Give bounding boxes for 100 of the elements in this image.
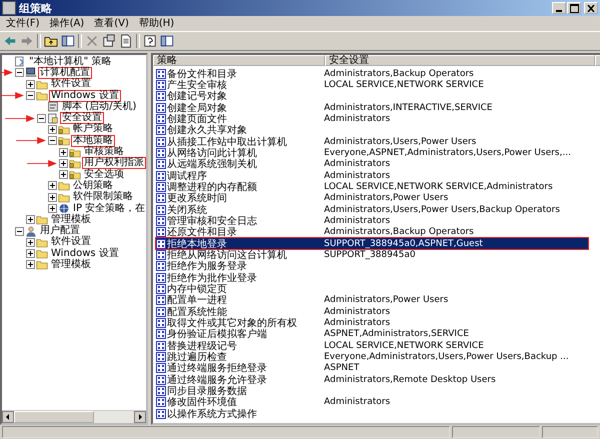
scroll-right-button[interactable] xyxy=(134,411,146,423)
policy-row[interactable]: 从网络访问此计算机 Everyone,ASPNET,Administrators,Users,Power Users,... xyxy=(155,146,589,160)
policy-setting-icon xyxy=(156,250,166,260)
policy-name: 配置系统性能 xyxy=(167,306,227,318)
security-setting: Administrators,INTERACTIVE,SERVICE xyxy=(324,102,492,113)
expander-box[interactable] xyxy=(48,181,57,190)
expander-box[interactable] xyxy=(48,192,57,202)
pane-icon[interactable] xyxy=(160,34,174,48)
policy-row[interactable]: 内存中锁定页 xyxy=(155,282,589,296)
back-arrow-icon[interactable] xyxy=(3,34,17,48)
policy-row[interactable]: 备份文件和目录 Administrators,Backup Operators xyxy=(155,67,589,80)
policy-row[interactable]: 调试程序 Administrators xyxy=(155,169,589,182)
policy-row[interactable]: 同步目录服务数据 xyxy=(155,384,589,398)
policy-setting-icon xyxy=(156,352,166,362)
expander-box[interactable] xyxy=(26,260,35,270)
pane-icon[interactable] xyxy=(61,34,75,48)
menu-item[interactable]: 操作(A) xyxy=(50,17,84,30)
expander-box[interactable] xyxy=(15,68,24,78)
policy-row[interactable]: 身份验证后模拟客户端 ASPNET,Administrators,SERVICE xyxy=(155,328,589,341)
expander-box[interactable] xyxy=(26,249,35,258)
tree-item[interactable]: 脚本 (启动/关机) xyxy=(60,100,138,113)
policy-name: 更改系统时间 xyxy=(167,192,228,204)
policy-row[interactable]: 取得文件或其它对象的所有权 Administrators xyxy=(155,316,589,330)
tree-item[interactable]: 安全选项 xyxy=(82,168,126,181)
policy-row[interactable]: 拒绝作为批作业登录 xyxy=(155,271,589,284)
column-header[interactable]: 安全设置 xyxy=(325,55,595,66)
policy-row[interactable]: 创建永久共享对象 xyxy=(155,124,589,137)
policy-row[interactable]: 配置系统性能 Administrators xyxy=(155,305,589,318)
policy-row[interactable]: 创建记号对象 xyxy=(155,90,589,103)
expander-box[interactable] xyxy=(26,80,35,89)
policy-name: 产生安全审核 xyxy=(167,78,227,91)
tree-item[interactable]: 公钥策略 xyxy=(71,180,115,192)
policy-row[interactable]: 创建页面文件 Administrators xyxy=(155,112,589,126)
tree-item[interactable]: "本地计算机" 策略 xyxy=(27,56,114,68)
policy-row[interactable]: 关闭系统 Administrators,Users,Power Users,Backup Operators xyxy=(155,203,589,216)
expander-box[interactable] xyxy=(59,158,68,168)
expander-box[interactable] xyxy=(15,226,24,236)
menu-item[interactable]: 文件(F) xyxy=(6,17,40,30)
policy-row[interactable]: 创建全局对象 Administrators,INTERACTIVE,SERVICE xyxy=(155,101,589,114)
tree-item[interactable]: 软件限制策略 xyxy=(71,191,135,204)
policy-row[interactable]: 管理审核和安全日志 Administrators xyxy=(155,214,589,228)
document-icon[interactable] xyxy=(119,34,133,48)
policy-setting-icon xyxy=(156,193,166,204)
policy-row[interactable]: 通过终端服务拒绝登录 ASPNET xyxy=(155,362,589,375)
menu-item[interactable]: 帮助(H) xyxy=(138,17,174,30)
expander-box[interactable] xyxy=(48,124,57,134)
expander-box[interactable] xyxy=(37,114,46,123)
expander-box[interactable] xyxy=(48,136,57,146)
policy-row[interactable]: 配置单一进程 Administrators,Power Users xyxy=(155,294,589,307)
folder-up-icon[interactable] xyxy=(44,34,58,48)
expander-box[interactable] xyxy=(59,148,68,157)
scroll-thumb[interactable] xyxy=(14,411,94,423)
policy-row[interactable]: 拒绝作为服务登录 xyxy=(155,260,589,273)
policy-row[interactable]: 还原文件和目录 Administrators,Backup Operators xyxy=(155,226,589,239)
tree-item[interactable]: 软件设置 xyxy=(49,78,93,90)
folder-icon xyxy=(36,248,48,260)
policy-row[interactable]: 跳过遍历检查 Everyone,Administrators,Users,Power Users,Backup ... xyxy=(155,350,589,364)
policy-setting-icon xyxy=(156,114,166,124)
tree-item[interactable]: 软件设置 xyxy=(49,236,93,248)
tree-item[interactable]: 本地策略 xyxy=(71,134,115,147)
policy-row[interactable]: 拒绝本地登录 SUPPORT_388945a0,ASPNET,Guest xyxy=(155,237,589,250)
policy-row[interactable]: 替换进程级记号 LOCAL SERVICE,NETWORK SERVICE xyxy=(155,339,589,352)
expander-box[interactable] xyxy=(26,91,35,100)
expander-box[interactable] xyxy=(26,215,35,224)
close-button[interactable] xyxy=(584,2,598,14)
policy-row[interactable]: 从插接工作站中取出计算机 Administrators,Users,Power Users xyxy=(155,135,589,148)
menu-item[interactable]: 查看(V) xyxy=(94,17,129,30)
minimize-button[interactable] xyxy=(552,2,566,14)
scroll-left-button[interactable] xyxy=(2,411,14,423)
maximize-button[interactable] xyxy=(567,2,581,14)
policy-row[interactable]: 调整进程的内存配额 LOCAL SERVICE,NETWORK SERVICE,Administrators xyxy=(155,180,589,194)
tree-item[interactable]: 用户配置 xyxy=(38,225,82,238)
tree-item[interactable]: 用户权利指派 xyxy=(82,157,146,170)
security-setting: Administrators xyxy=(324,306,390,317)
policy-name: 从远端系统强制关机 xyxy=(167,158,258,170)
policy-row[interactable]: 修改固件环境值 Administrators xyxy=(155,396,589,409)
tree-item[interactable]: 管理模板 xyxy=(49,259,93,271)
security-setting: Administrators xyxy=(324,170,390,181)
horizontal-scrollbar[interactable] xyxy=(2,410,146,423)
tree-item[interactable]: Windows 设置 xyxy=(49,90,121,102)
expander-box[interactable] xyxy=(48,204,57,213)
expander-box[interactable] xyxy=(26,238,35,247)
tree-item[interactable]: 计算机配置 xyxy=(38,66,92,79)
tree-item[interactable]: 帐户策略 xyxy=(71,123,115,136)
expander-box[interactable] xyxy=(59,170,68,180)
policy-row[interactable]: 产生安全审核 LOCAL SERVICE,NETWORK SERVICE xyxy=(155,78,589,92)
policy-row[interactable]: 从远端系统强制关机 Administrators xyxy=(155,158,589,171)
policy-row[interactable]: 更改系统时间 Administrators,Power Users xyxy=(155,192,589,205)
tree-item[interactable]: Windows 设置 xyxy=(49,248,121,260)
help-icon[interactable] xyxy=(143,34,157,48)
properties-icon[interactable] xyxy=(102,34,116,48)
locked-folder-icon xyxy=(69,169,81,180)
column-header[interactable]: 策略 xyxy=(153,55,325,66)
policy-setting-icon xyxy=(156,170,166,181)
policy-row[interactable]: 拒绝从网络访问这台计算机 SUPPORT_388945a0 xyxy=(155,248,589,262)
policy-row[interactable]: 通过终端服务允许登录 Administrators,Remote Desktop Users xyxy=(155,373,589,386)
policy-row[interactable]: 以操作系统方式操作 xyxy=(155,407,589,420)
tree-item[interactable]: 管理模板 xyxy=(49,214,93,226)
tree-item[interactable]: IP 安全策略，在 xyxy=(71,202,148,215)
policy-name: 替换进程级记号 xyxy=(167,340,238,352)
